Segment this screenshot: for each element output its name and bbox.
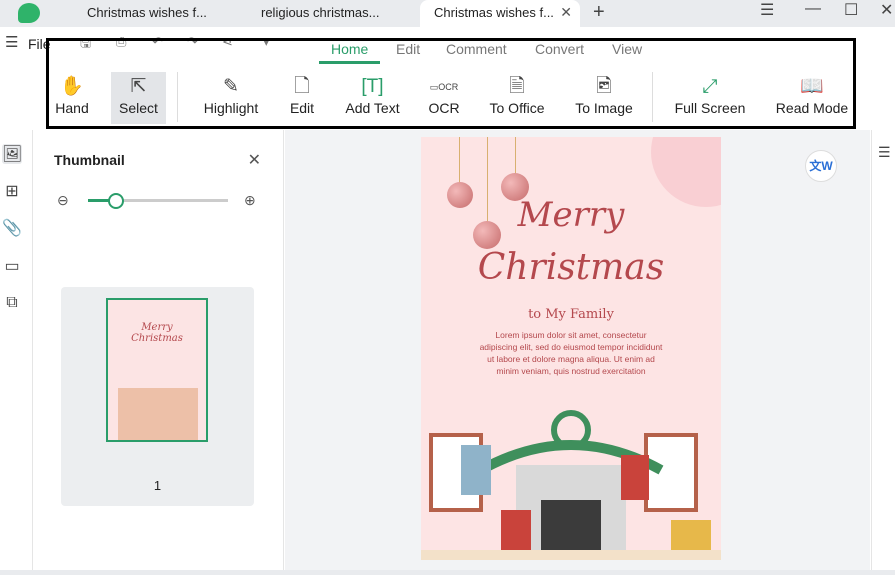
thumbnail-icon[interactable]: 🖼 xyxy=(2,144,22,164)
zoom-slider-handle[interactable] xyxy=(108,193,124,209)
doc-title-christmas: Christmas xyxy=(477,247,665,288)
page-number: 1 xyxy=(153,478,162,493)
comment-icon[interactable]: ▭ xyxy=(2,256,22,276)
right-sidebar: ☰ xyxy=(871,130,895,570)
page-thumbnail[interactable]: Merry Christmas 1 xyxy=(61,287,254,506)
close-panel-icon[interactable]: ✕ xyxy=(248,150,261,170)
tab-document-2[interactable]: religious christmas... xyxy=(247,0,407,27)
zoom-out-icon[interactable]: ⊖ xyxy=(57,192,69,209)
translate-icon[interactable]: 文W xyxy=(805,150,837,182)
tab-label: religious christmas... xyxy=(261,5,380,20)
bookmark-icon[interactable]: ⊞ xyxy=(2,181,22,201)
close-tab-icon[interactable]: ✕ xyxy=(560,0,572,25)
properties-icon[interactable]: ☰ xyxy=(878,144,891,161)
christmas-illustration xyxy=(421,410,721,560)
attachment-icon[interactable]: 📎 xyxy=(2,218,22,238)
pages-icon[interactable]: ⧉ xyxy=(2,294,22,314)
new-tab-icon[interactable]: + xyxy=(593,1,605,24)
thumbnail-panel: Thumbnail ✕ ⊖ ⊕ Merry Christmas 1 xyxy=(34,130,284,570)
doc-body: Lorem ipsum dolor sit amet, consectetur … xyxy=(479,330,663,376)
maximize-icon[interactable]: ☐ xyxy=(844,0,858,20)
panel-title: Thumbnail xyxy=(54,152,125,168)
left-sidebar: 🖼 ⊞ 📎 ▭ ⧉ xyxy=(0,130,33,570)
menu-icon[interactable]: ☰ xyxy=(760,0,774,20)
hamburger-icon[interactable]: ☰ xyxy=(5,33,18,51)
document-viewer: Merry Christmas to My Family Lorem ipsum… xyxy=(285,130,870,570)
tab-document-1[interactable]: Christmas wishes f... xyxy=(73,0,233,27)
app-logo xyxy=(18,3,40,23)
doc-title-merry: Merry xyxy=(517,195,625,235)
tab-bar: Christmas wishes f... religious christma… xyxy=(0,0,895,27)
annotation-box xyxy=(46,38,856,129)
tab-label: Christmas wishes f... xyxy=(434,5,554,20)
tab-document-3[interactable]: Christmas wishes f... ✕ xyxy=(420,0,580,27)
thumbnail-image: Merry Christmas xyxy=(106,298,208,442)
tab-label: Christmas wishes f... xyxy=(87,5,207,20)
minimize-icon[interactable]: — xyxy=(805,0,821,18)
zoom-in-icon[interactable]: ⊕ xyxy=(244,192,256,209)
status-bar xyxy=(0,570,895,575)
close-window-icon[interactable]: ✕ xyxy=(880,0,893,20)
document-page: Merry Christmas to My Family Lorem ipsum… xyxy=(421,137,721,560)
doc-subtitle: to My Family xyxy=(528,307,614,322)
